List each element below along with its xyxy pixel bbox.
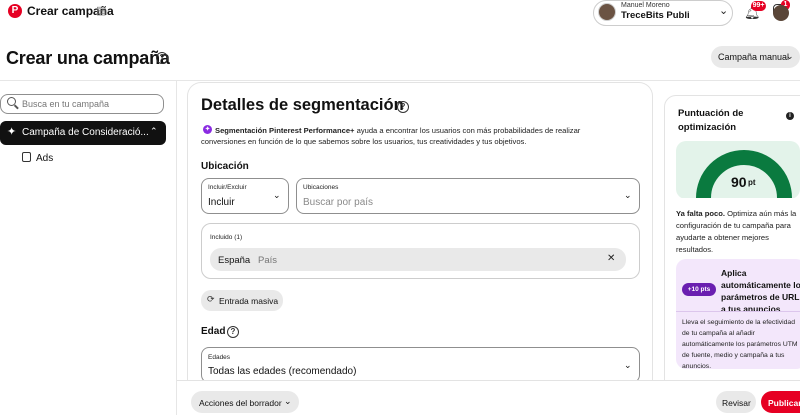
review-label: Revisar — [722, 398, 751, 408]
locations-search-input[interactable] — [296, 178, 640, 214]
account-avatar — [598, 3, 616, 21]
recommendation-divider — [676, 311, 800, 312]
help-icon[interactable]: ? — [227, 326, 239, 338]
notification-badge: 99+ — [751, 1, 766, 11]
sidebar-item-ads[interactable]: Ads — [36, 153, 53, 164]
targeting-description-continued: conversiones en función de lo que sabemo… — [201, 137, 527, 146]
score-value: 90 — [731, 174, 747, 190]
account-name: Manuel Moreno — [621, 2, 670, 9]
chevron-down-icon: ⌄ — [624, 360, 632, 370]
location-chip-type: País — [258, 255, 278, 266]
sidebar-item-label: Campaña de Consideració... — [22, 127, 149, 138]
recommendation-description: Lleva el seguimiento de la efectividad d… — [682, 319, 798, 370]
draft-actions-label: Acciones del borrador — [199, 398, 282, 408]
section-title: Detalles de segmentación — [201, 96, 404, 114]
chevron-up-icon[interactable]: ⌃ — [150, 126, 158, 137]
include-exclude-label: Incluir/Excluir — [208, 184, 247, 191]
recommendation-title: Aplica automáticamente los parámetros de… — [721, 268, 800, 314]
chevron-down-icon: ⌄ — [273, 190, 281, 200]
locations-placeholder: Buscar por país — [303, 197, 374, 208]
age-heading: Edad — [201, 326, 226, 337]
sidebar-divider — [176, 81, 177, 415]
header-divider — [0, 80, 800, 81]
pinterest-logo[interactable]: P — [8, 4, 22, 18]
bulk-entry-label: Entrada masiva — [219, 296, 279, 306]
document-icon[interactable]: ▤ — [96, 4, 106, 17]
close-icon[interactable]: ✕ — [607, 253, 615, 264]
score-message: Ya falta poco. Optimiza aún más la confi… — [676, 209, 797, 254]
targeting-description: Segmentación Pinterest Performance+ ayud… — [215, 126, 581, 135]
publish-label: Publicar — [768, 398, 800, 408]
refresh-icon: ⟳ — [207, 294, 215, 304]
avatar[interactable] — [773, 5, 789, 21]
account-business: TreceBits Publi — [621, 10, 690, 21]
age-value: Todas las edades (recomendado) — [208, 366, 357, 377]
search-placeholder: Busca en tu campaña — [22, 99, 110, 109]
score-unit: pt — [748, 178, 756, 187]
location-heading: Ubicación — [201, 161, 249, 172]
age-label: Edades — [208, 354, 231, 361]
help-icon[interactable]: ? — [156, 52, 168, 64]
locations-label: Ubicaciones — [303, 184, 339, 191]
info-icon[interactable]: i — [786, 112, 794, 120]
include-exclude-value: Incluir — [208, 197, 235, 208]
location-chip-name: España — [218, 255, 251, 266]
points-badge: +10 pts — [682, 283, 716, 296]
included-count-label: Incluido (1) — [210, 234, 243, 241]
ad-group-icon — [22, 152, 31, 162]
help-icon[interactable]: ? — [397, 101, 409, 113]
chevron-down-icon: ⌄ — [284, 396, 292, 406]
chevron-down-icon: ⌄ — [786, 51, 794, 61]
chevron-down-icon: ⌄ — [719, 5, 729, 17]
score-title: Puntuación de optimización — [678, 108, 744, 133]
sparkle-icon: ✦ — [7, 126, 17, 138]
age-select[interactable] — [201, 347, 640, 383]
page-title: Crear una campaña — [6, 48, 170, 68]
chevron-down-icon: ⌄ — [624, 190, 632, 200]
performance-plus-icon: ✦ — [203, 125, 212, 134]
